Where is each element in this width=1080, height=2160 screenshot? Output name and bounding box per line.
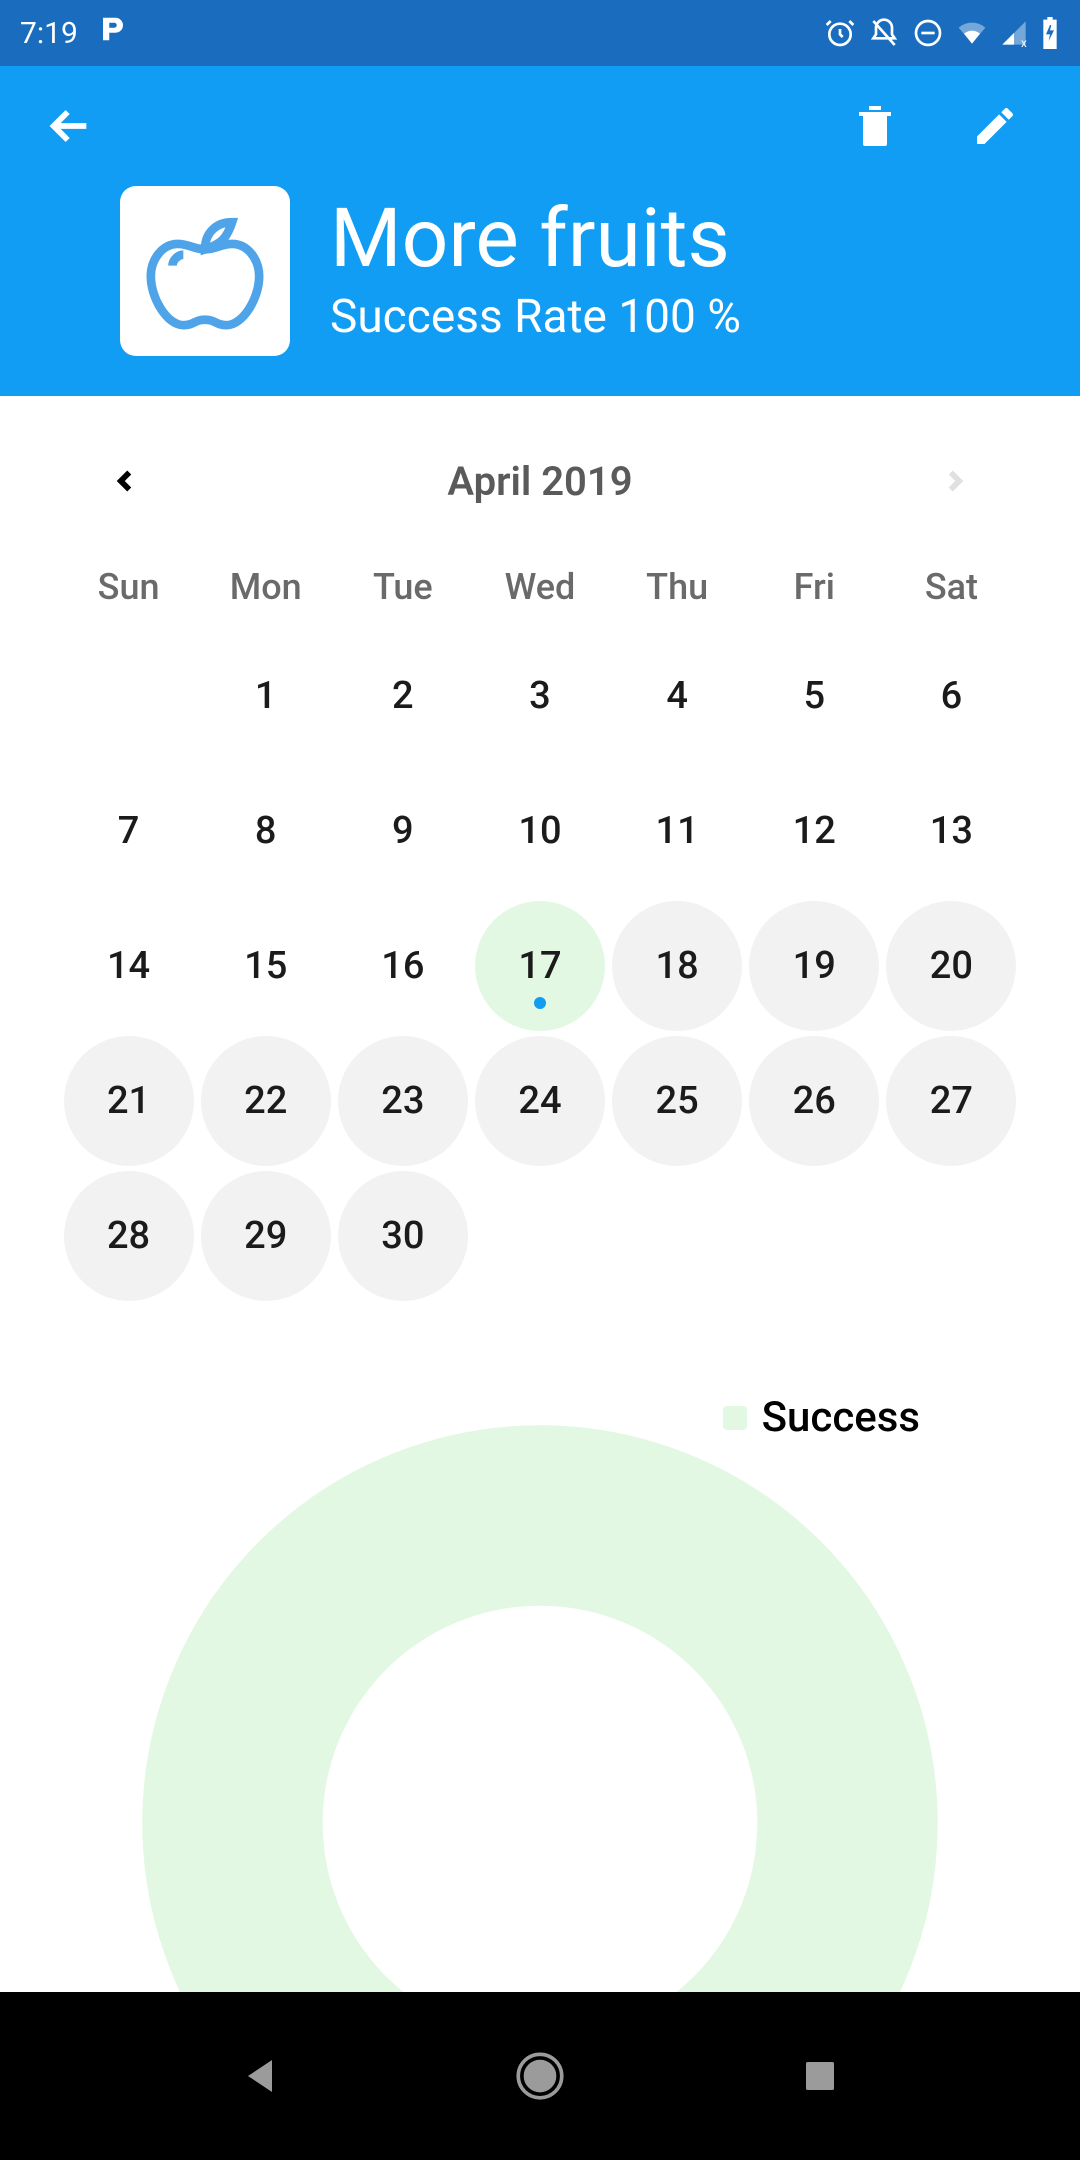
day-number: 25 (656, 1079, 699, 1123)
pandora-icon (98, 14, 128, 52)
calendar-day[interactable]: 1 (197, 628, 334, 763)
calendar-day[interactable]: 26 (746, 1033, 883, 1168)
edit-button[interactable] (970, 101, 1020, 151)
system-nav-bar (0, 1992, 1080, 2160)
nav-home-button[interactable] (500, 2036, 580, 2116)
calendar-day[interactable]: 23 (334, 1033, 471, 1168)
calendar-day[interactable]: 22 (197, 1033, 334, 1168)
calendar-day[interactable]: 21 (60, 1033, 197, 1168)
day-number: 13 (930, 809, 973, 853)
back-button[interactable] (40, 96, 100, 156)
svg-text:x: x (1021, 36, 1027, 47)
main-content: April 2019 Sun Mon Tue Wed Thu Fri Sat 1… (0, 396, 1080, 1993)
day-number: 26 (793, 1079, 836, 1123)
nav-recent-button[interactable] (780, 2036, 860, 2116)
day-number: 18 (656, 944, 699, 988)
calendar-day[interactable]: 15 (197, 898, 334, 1033)
calendar-day[interactable]: 9 (334, 763, 471, 898)
success-donut-chart (130, 1413, 950, 1993)
calendar-day[interactable]: 28 (60, 1168, 197, 1303)
calendar-day[interactable]: 14 (60, 898, 197, 1033)
day-number: 21 (107, 1079, 150, 1123)
weekday: Fri (746, 566, 883, 608)
day-number: 8 (255, 809, 277, 853)
alarm-icon (824, 17, 856, 49)
calendar-day[interactable]: 16 (334, 898, 471, 1033)
wifi-icon (956, 17, 988, 49)
calendar-day[interactable]: 3 (471, 628, 608, 763)
day-number: 22 (244, 1079, 287, 1123)
weekday: Mon (197, 566, 334, 608)
weekday: Thu (609, 566, 746, 608)
status-bar: 7:19 x (0, 0, 1080, 66)
calendar-day[interactable]: 5 (746, 628, 883, 763)
prev-month-button[interactable] (100, 456, 150, 506)
weekday: Sat (883, 566, 1020, 608)
today-indicator (534, 997, 546, 1009)
day-number: 4 (666, 674, 688, 718)
dnd-icon (912, 17, 944, 49)
calendar-day[interactable]: 13 (883, 763, 1020, 898)
mute-icon (868, 17, 900, 49)
calendar-day[interactable]: 18 (609, 898, 746, 1033)
chart-area: Success (60, 1393, 1020, 1993)
calendar-day[interactable]: 11 (609, 763, 746, 898)
day-number: 14 (107, 944, 150, 988)
calendar-day[interactable]: 17 (471, 898, 608, 1033)
header: More fruits Success Rate 100 % (0, 66, 1080, 396)
calendar-day[interactable]: 30 (334, 1168, 471, 1303)
habit-title: More fruits (330, 198, 741, 280)
day-number: 3 (529, 674, 551, 718)
day-number: 7 (118, 809, 140, 853)
weekday: Wed (471, 566, 608, 608)
day-number: 15 (244, 944, 287, 988)
calendar-day[interactable]: 8 (197, 763, 334, 898)
day-number: 16 (381, 944, 424, 988)
day-number: 9 (392, 809, 414, 853)
calendar-day[interactable]: 12 (746, 763, 883, 898)
next-month-button[interactable] (930, 456, 980, 506)
calendar-day[interactable]: 29 (197, 1168, 334, 1303)
weekday: Tue (334, 566, 471, 608)
day-number: 6 (941, 674, 963, 718)
day-number: 30 (381, 1214, 424, 1258)
calendar-day[interactable]: 6 (883, 628, 1020, 763)
day-number: 5 (803, 674, 825, 718)
day-number: 19 (793, 944, 836, 988)
day-number: 24 (518, 1079, 561, 1123)
nav-back-button[interactable] (220, 2036, 300, 2116)
signal-icon: x (1000, 19, 1028, 47)
day-number: 29 (244, 1214, 287, 1258)
weekday: Sun (60, 566, 197, 608)
delete-button[interactable] (850, 101, 900, 151)
calendar-day[interactable]: 19 (746, 898, 883, 1033)
day-number: 2 (392, 674, 414, 718)
calendar-day[interactable]: 20 (883, 898, 1020, 1033)
calendar-day[interactable]: 4 (609, 628, 746, 763)
apple-icon (140, 206, 270, 336)
habit-avatar (120, 186, 290, 356)
calendar-day[interactable]: 24 (471, 1033, 608, 1168)
weekday-row: Sun Mon Tue Wed Thu Fri Sat (60, 546, 1020, 628)
day-number: 11 (656, 809, 699, 853)
calendar-day[interactable]: 27 (883, 1033, 1020, 1168)
calendar-grid: 1234567891011121314151617181920212223242… (60, 628, 1020, 1303)
day-number: 28 (107, 1214, 150, 1258)
day-number: 27 (930, 1079, 973, 1123)
calendar-day[interactable]: 7 (60, 763, 197, 898)
calendar-day[interactable]: 2 (334, 628, 471, 763)
day-number: 1 (255, 674, 277, 718)
month-label: April 2019 (447, 458, 632, 505)
calendar-day[interactable]: 25 (609, 1033, 746, 1168)
day-number: 20 (930, 944, 973, 988)
day-number: 12 (793, 809, 836, 853)
status-time: 7:19 (20, 16, 78, 51)
day-number: 23 (381, 1079, 424, 1123)
battery-icon (1040, 17, 1060, 49)
habit-subtitle: Success Rate 100 % (330, 290, 741, 344)
calendar-day[interactable]: 10 (471, 763, 608, 898)
day-number: 10 (518, 809, 561, 853)
day-number: 17 (518, 944, 561, 988)
